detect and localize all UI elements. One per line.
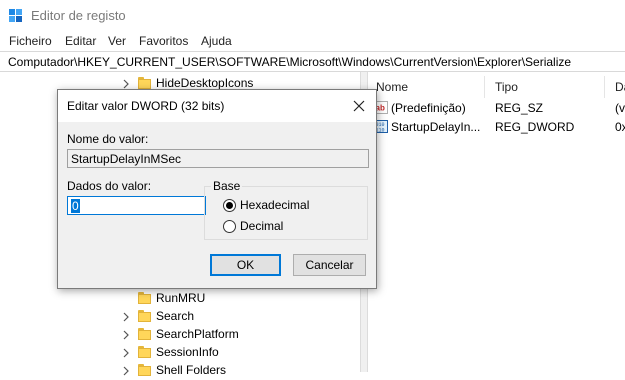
value-name-text: StartupDelayInMSec	[71, 152, 182, 166]
hexadecimal-radio[interactable]	[223, 199, 236, 212]
close-icon[interactable]	[350, 97, 368, 115]
value-data: (v	[615, 101, 625, 115]
hexadecimal-label[interactable]: Hexadecimal	[240, 198, 309, 212]
value-name: StartupDelayIn...	[391, 120, 481, 134]
value-data-label: Dados do valor:	[67, 179, 152, 193]
menu-bar: Ficheiro Editar Ver Favoritos Ajuda	[0, 31, 625, 51]
menu-file[interactable]: Ficheiro	[9, 34, 52, 48]
folder-icon	[138, 77, 151, 89]
value-list[interactable]: Nome Tipo Da ab (Predefinição) REG_SZ (v…	[368, 72, 625, 372]
edit-dword-dialog: Editar valor DWORD (32 bits) Nome do val…	[57, 89, 377, 289]
address-bar[interactable]: Computador\HKEY_CURRENT_USER\SOFTWARE\Mi…	[0, 51, 625, 72]
list-row[interactable]: 010 110 StartupDelayIn... REG_DWORD 0x	[368, 118, 625, 136]
menu-edit[interactable]: Editar	[65, 34, 96, 48]
tree-item-label: HideDesktopIcons	[156, 76, 254, 90]
value-type: REG_SZ	[495, 101, 544, 115]
column-header-name[interactable]: Nome	[376, 80, 408, 94]
address-path[interactable]: Computador\HKEY_CURRENT_USER\SOFTWARE\Mi…	[8, 55, 571, 69]
base-label: Base	[211, 179, 243, 193]
registry-editor-icon	[9, 9, 22, 22]
window-title: Editor de registo	[31, 8, 126, 23]
ok-button[interactable]: OK	[210, 254, 281, 276]
tree-item-label: RunMRU	[156, 291, 206, 305]
value-data: 0x	[615, 120, 625, 134]
base-groupbox: Base Hexadecimal Decimal	[204, 179, 368, 240]
column-header-type[interactable]: Tipo	[495, 80, 518, 94]
menu-help[interactable]: Ajuda	[201, 34, 232, 48]
decimal-radio[interactable]	[223, 220, 236, 233]
decimal-label[interactable]: Decimal	[240, 219, 283, 233]
value-name-field: StartupDelayInMSec	[67, 149, 369, 168]
chevron-right-icon[interactable]	[122, 366, 130, 376]
chevron-right-icon[interactable]	[122, 348, 130, 358]
menu-favorites[interactable]: Favoritos	[139, 34, 188, 48]
value-type: REG_DWORD	[495, 120, 575, 134]
tree-item-label: Shell Folders	[156, 363, 227, 377]
folder-icon	[138, 346, 151, 358]
folder-icon	[138, 292, 151, 304]
tree-item-label: SessionInfo	[156, 345, 219, 359]
chevron-right-icon[interactable]	[122, 312, 130, 322]
tree-item-label: SearchPlatform	[156, 327, 239, 341]
column-divider[interactable]	[604, 76, 605, 98]
chevron-right-icon[interactable]	[122, 330, 130, 340]
list-row[interactable]: ab (Predefinição) REG_SZ (v	[368, 99, 625, 117]
value-name: (Predefinição)	[391, 101, 466, 115]
cancel-button[interactable]: Cancelar	[293, 254, 366, 276]
title-bar: Editor de registo	[0, 0, 625, 31]
folder-icon	[138, 310, 151, 322]
value-data-input[interactable]: 0	[67, 196, 206, 215]
column-header-data[interactable]: Da	[615, 80, 625, 94]
value-data-text: 0	[71, 199, 80, 213]
folder-icon	[138, 364, 151, 376]
menu-view[interactable]: Ver	[108, 34, 126, 48]
dialog-title-bar[interactable]: Editar valor DWORD (32 bits)	[58, 90, 376, 122]
chevron-right-icon[interactable]	[122, 79, 130, 89]
dialog-title: Editar valor DWORD (32 bits)	[67, 99, 225, 113]
tree-item-label: Search	[156, 309, 195, 323]
column-divider[interactable]	[484, 76, 485, 98]
value-name-label: Nome do valor:	[67, 132, 149, 146]
folder-icon	[138, 328, 151, 340]
